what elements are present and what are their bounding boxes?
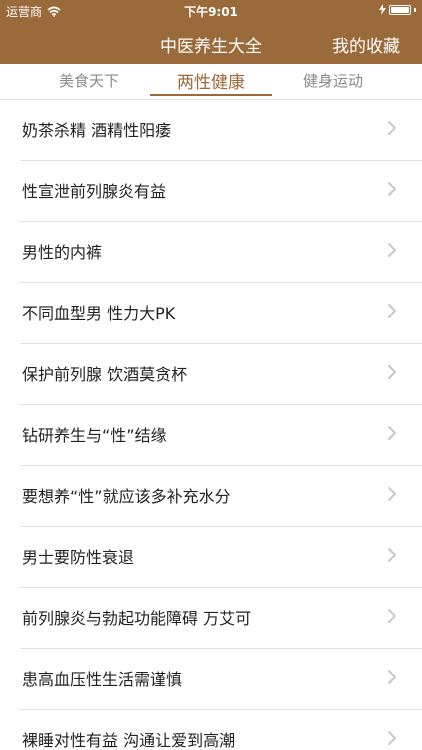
chevron-right-icon	[384, 728, 400, 748]
charging-icon	[379, 4, 386, 15]
list-item-label: 奶茶杀精 酒精性阳痿	[22, 121, 172, 140]
nav-bar: 中医养生大全 我的收藏	[0, 22, 422, 64]
list-item[interactable]: 不同血型男 性力大PK	[20, 283, 422, 344]
list-item[interactable]: 前列腺炎与勃起功能障碍 万艾可	[20, 588, 422, 649]
chevron-right-icon	[384, 118, 400, 138]
category-tabs: 美食天下 两性健康 健身运动	[0, 64, 422, 100]
chevron-right-icon	[384, 362, 400, 382]
list-item-label: 要想养“性”就应该多补充水分	[22, 487, 231, 506]
chevron-right-icon	[384, 240, 400, 260]
battery-fill	[391, 6, 409, 13]
list-item-label: 裸睡对性有益 沟通让爱到高潮	[22, 731, 236, 750]
list-item-label: 前列腺炎与勃起功能障碍 万艾可	[22, 609, 252, 628]
favorites-button[interactable]: 我的收藏	[332, 32, 400, 57]
status-right	[379, 4, 416, 15]
list-item[interactable]: 保护前列腺 饮酒莫贪杯	[20, 344, 422, 405]
app-screen: 运营商 下午9:01 中医养生大全 我的收藏 美食天下 两性健康 健身运动 奶茶…	[0, 0, 422, 750]
chevron-right-icon	[384, 545, 400, 565]
chevron-right-icon	[384, 667, 400, 687]
list-item-label: 性宣泄前列腺炎有益	[22, 182, 167, 201]
chevron-right-icon	[384, 179, 400, 199]
active-tab-indicator	[150, 94, 272, 96]
battery-icon	[389, 4, 411, 15]
list-item-label: 保护前列腺 饮酒莫贪杯	[22, 365, 188, 384]
list-item[interactable]: 要想养“性”就应该多补充水分	[20, 466, 422, 527]
status-time: 下午9:01	[184, 5, 238, 19]
list-item[interactable]: 钻研养生与“性”结缘	[20, 405, 422, 466]
list-item-label: 患高血压性生活需谨慎	[22, 670, 183, 689]
list-item[interactable]: 奶茶杀精 酒精性阳痿	[20, 100, 422, 161]
list-item[interactable]: 裸睡对性有益 沟通让爱到高潮	[20, 710, 422, 750]
list-item[interactable]: 性宣泄前列腺炎有益	[20, 161, 422, 222]
tab-food[interactable]: 美食天下	[28, 70, 150, 91]
list-item-label: 钻研养生与“性”结缘	[22, 426, 167, 445]
list-item-label: 不同血型男 性力大PK	[22, 304, 176, 323]
list-item[interactable]: 男性的内裤	[20, 222, 422, 283]
battery-nub	[414, 7, 416, 12]
list-item-label: 男士要防性衰退	[22, 548, 135, 567]
chevron-right-icon	[384, 423, 400, 443]
tab-fitness[interactable]: 健身运动	[272, 70, 394, 91]
chevron-right-icon	[384, 484, 400, 504]
chevron-right-icon	[384, 606, 400, 626]
status-bar: 运营商 下午9:01	[0, 0, 422, 22]
tab-sexual-health[interactable]: 两性健康	[150, 68, 272, 93]
list-item[interactable]: 患高血压性生活需谨慎	[20, 649, 422, 710]
chevron-right-icon	[384, 301, 400, 321]
article-list: 奶茶杀精 酒精性阳痿 性宣泄前列腺炎有益 男性的内裤不同血型男 性力大PK 保护前列腺…	[0, 100, 422, 750]
list-item[interactable]: 男士要防性衰退	[20, 527, 422, 588]
list-item-label: 男性的内裤	[22, 243, 103, 262]
